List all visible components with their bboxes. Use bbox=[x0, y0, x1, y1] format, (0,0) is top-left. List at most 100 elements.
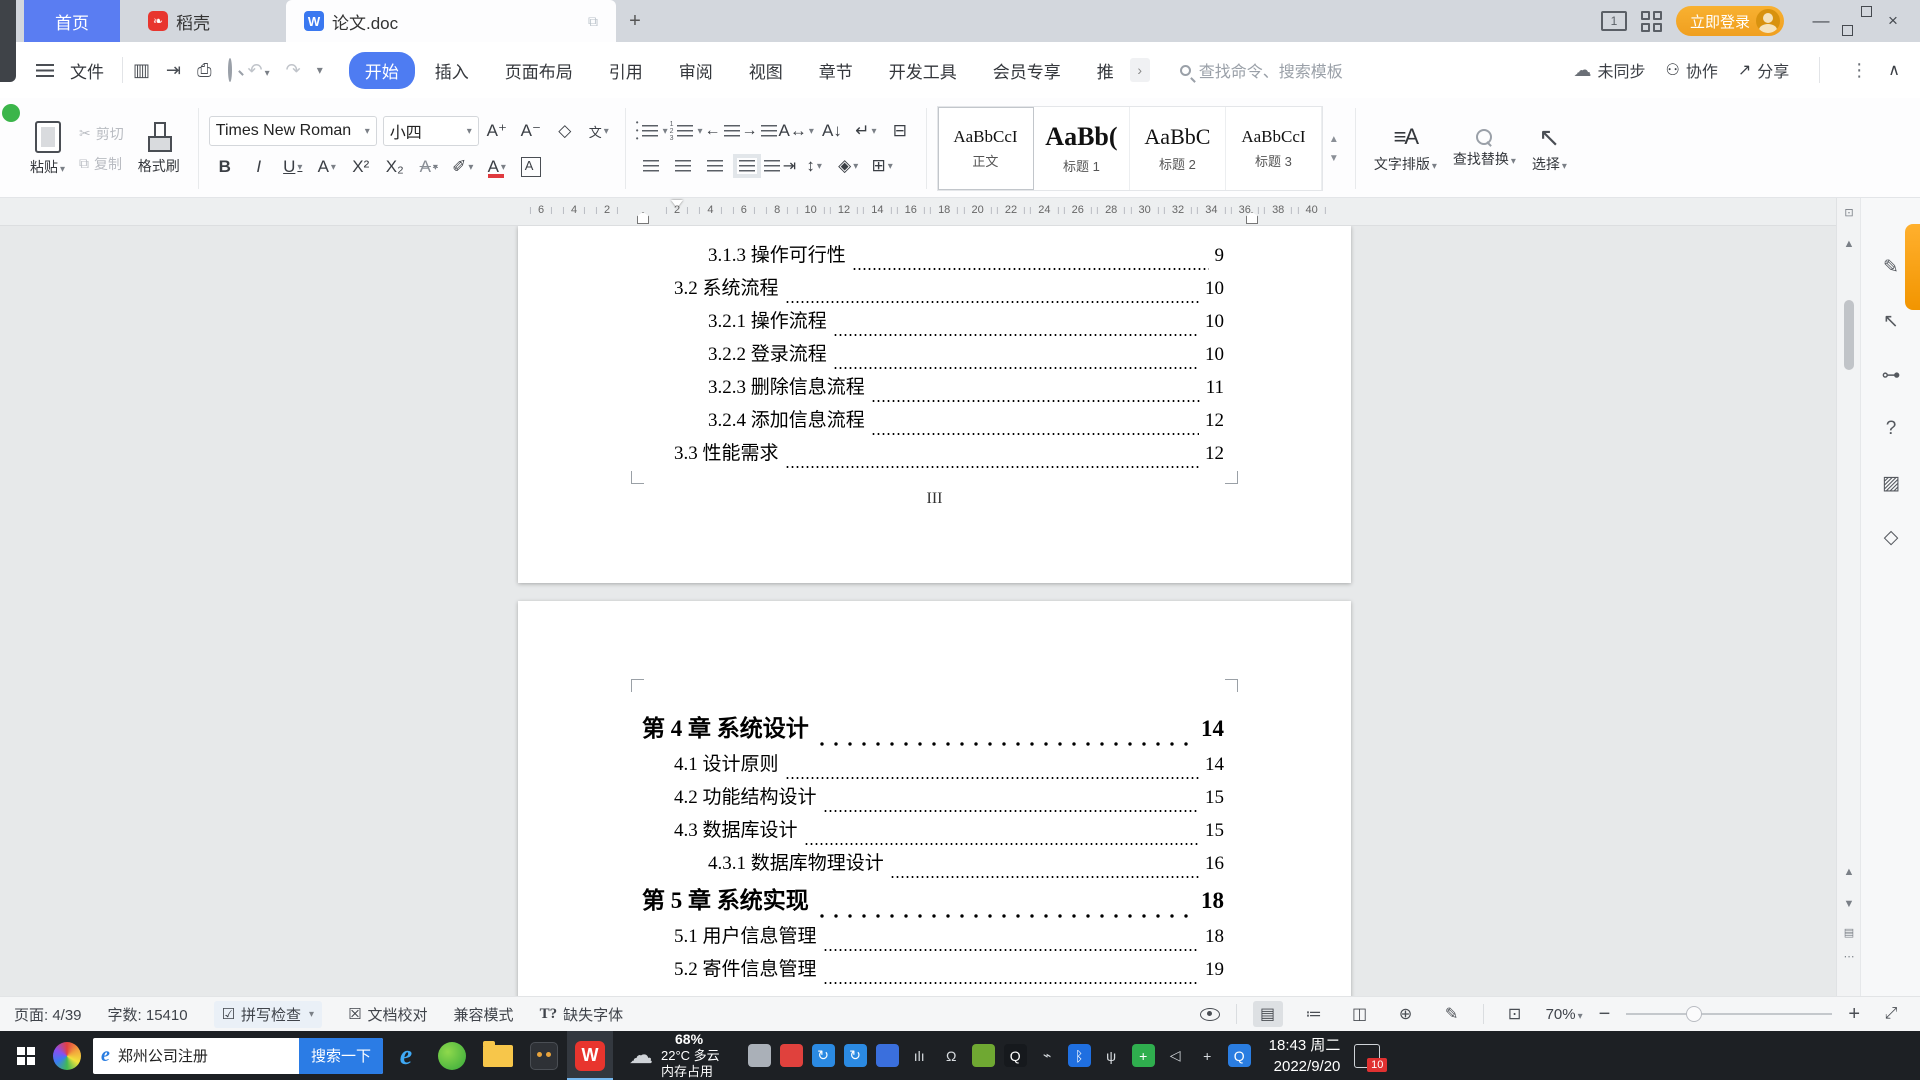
sync-status[interactable]: ☁ 未同步 bbox=[1573, 58, 1645, 82]
read-view-icon[interactable]: ◫ bbox=[1345, 1001, 1375, 1027]
shading-button[interactable]: ◈ ▾ bbox=[832, 152, 864, 180]
command-search[interactable]: 查找命令、搜索模板 bbox=[1179, 58, 1480, 82]
menu-tab-视图[interactable]: 视图 bbox=[733, 52, 799, 89]
document-canvas[interactable]: 3.1.3 操作可行性 9 3.2 系统流程 10 3.2.1 操作流程 10 3.2.2 … bbox=[0, 226, 1836, 996]
taskbar-app-browser[interactable] bbox=[429, 1031, 475, 1080]
network-signal-tray-icon[interactable]: ılı bbox=[908, 1044, 931, 1067]
tab-docer[interactable]: ❧ 稻壳 bbox=[120, 0, 238, 42]
bold-button[interactable]: B bbox=[209, 153, 241, 181]
file-menu[interactable]: 文件 bbox=[62, 58, 112, 83]
copy-button[interactable]: ⧉ 复制 bbox=[79, 154, 124, 174]
fullscreen-icon[interactable]: ⤢ bbox=[1876, 1001, 1906, 1027]
taskbar-search-box[interactable]: e 郑州公司注册 搜索一下 bbox=[93, 1037, 383, 1074]
distribute-button[interactable]: ⇥ bbox=[763, 152, 796, 180]
page-nav-icon[interactable]: ▤ bbox=[1837, 926, 1861, 939]
share-button[interactable]: ↗ 分享 bbox=[1738, 58, 1789, 82]
docer-resource-tab[interactable] bbox=[1905, 224, 1920, 310]
notification-center-icon[interactable]: 10 bbox=[1354, 1043, 1388, 1072]
taskbar-clock[interactable]: 18:43 周二 2022/9/20 bbox=[1269, 1035, 1341, 1077]
toolbar-more-icon[interactable]: ▾ bbox=[317, 63, 323, 77]
launcher-ball-icon[interactable] bbox=[53, 1041, 81, 1070]
paste-button[interactable]: 粘贴 ▾ bbox=[22, 104, 73, 193]
nvidia-tray-icon[interactable] bbox=[971, 1044, 995, 1067]
menu-tab-开始[interactable]: 开始 bbox=[348, 51, 415, 89]
page-view-icon[interactable]: ▤ bbox=[1252, 1001, 1283, 1027]
undo-icon[interactable]: ↶ ▾ bbox=[248, 60, 270, 81]
scroll-more-icon[interactable]: ⋯ bbox=[1837, 950, 1861, 963]
vertical-scrollbar[interactable]: ⊡ ▲ ▲ ▼ ▤ ⋯ bbox=[1836, 198, 1860, 996]
increase-font-icon[interactable]: A⁺ bbox=[481, 117, 513, 145]
menu-tab-引用[interactable]: 引用 bbox=[593, 52, 659, 89]
toc-entry[interactable]: 3.3 性能需求 12 bbox=[642, 438, 1224, 471]
power-tray-icon[interactable]: ⌁ bbox=[1036, 1044, 1059, 1067]
toc-entry[interactable]: 3.2.2 登录流程 10 bbox=[642, 339, 1224, 372]
underline-button[interactable]: U ▾ bbox=[277, 153, 309, 181]
format-painter-button[interactable]: 格式刷 bbox=[130, 104, 188, 193]
menu-tab-审阅[interactable]: 审阅 bbox=[663, 52, 729, 89]
tab-home[interactable]: 首页 bbox=[24, 0, 120, 42]
horizontal-ruler[interactable]: 6 4 2 2 4 6 8 10 12 14 16 18 20 22 24 26 28 30 32 34 36 38 40 bbox=[0, 198, 1836, 226]
shape-tool-icon[interactable]: ◇ bbox=[1861, 526, 1920, 549]
toc-entry[interactable]: 4.2 功能结构设计 15 bbox=[642, 782, 1224, 815]
next-page-icon[interactable]: ▼ bbox=[1837, 898, 1861, 910]
menu-tab-页面布局[interactable]: 页面布局 bbox=[489, 52, 589, 89]
toc-entry[interactable]: 3.2.3 删除信息流程 11 bbox=[642, 372, 1224, 405]
screen-reader-icon[interactable]: ⊡ bbox=[1837, 206, 1861, 219]
superscript-button[interactable]: X² bbox=[345, 153, 377, 181]
spell-check-toggle[interactable]: ☑ 拼写检查 ▾ bbox=[213, 1000, 323, 1028]
bullet-list-button[interactable]: • • • ▾ bbox=[636, 117, 668, 145]
select-button[interactable]: ↖ 选择 ▾ bbox=[1524, 104, 1575, 193]
menu-tab-章节[interactable]: 章节 bbox=[803, 52, 869, 89]
sync-tray-icon-1[interactable]: ↻ bbox=[811, 1044, 835, 1067]
align-left-button[interactable] bbox=[636, 152, 666, 180]
search-go-button[interactable]: 搜索一下 bbox=[298, 1037, 383, 1074]
toc-entry[interactable]: 第 5 章 系统实现 18 bbox=[642, 881, 1224, 921]
toc-entry[interactable]: 4.3 数据库设计 15 bbox=[642, 815, 1224, 848]
align-right-button[interactable] bbox=[700, 152, 730, 180]
toc-entry[interactable]: 3.2.1 操作流程 10 bbox=[642, 306, 1224, 339]
green-assistant-icon[interactable] bbox=[2, 104, 20, 122]
font-size-select[interactable]: 小四 ▾ bbox=[382, 116, 479, 146]
export-icon[interactable]: ⇥ bbox=[166, 60, 181, 81]
collapse-ribbon-icon[interactable]: ∧ bbox=[1888, 60, 1900, 80]
font-effects-button[interactable]: A ▾ bbox=[311, 153, 343, 181]
previous-page-icon[interactable]: ▲ bbox=[1837, 866, 1861, 878]
char-border-button[interactable]: A bbox=[515, 153, 547, 181]
volume-tray-icon[interactable]: ◁ bbox=[1164, 1044, 1187, 1067]
text-direction-button[interactable]: A↓ bbox=[816, 117, 848, 145]
menu-tab-插入[interactable]: 插入 bbox=[419, 52, 485, 89]
char-scale-button[interactable]: A↔ ▾ bbox=[779, 117, 814, 145]
subscript-button[interactable]: X₂ bbox=[379, 153, 411, 181]
toc-entry[interactable]: 5.1 用户信息管理 18 bbox=[642, 921, 1224, 954]
clear-format-icon[interactable]: ◇ bbox=[549, 117, 581, 145]
start-button[interactable] bbox=[17, 1046, 35, 1065]
sync-tray-icon-2[interactable]: ↻ bbox=[843, 1044, 867, 1067]
taskbar-app-dark[interactable] bbox=[521, 1031, 567, 1080]
numbered-list-button[interactable]: 1 2 3 ▾ bbox=[670, 117, 703, 145]
font-name-select[interactable]: Times New Roman ▾ bbox=[208, 116, 377, 146]
font-color-button[interactable]: A ▾ bbox=[481, 153, 513, 181]
decrease-font-icon[interactable]: A⁻ bbox=[515, 117, 547, 145]
find-replace-button[interactable]: 查找替换 ▾ bbox=[1445, 104, 1524, 193]
more-tabs-button[interactable]: › bbox=[1129, 58, 1150, 82]
help-icon[interactable]: ? bbox=[1861, 418, 1920, 440]
measure-line-icon[interactable]: ⊶ bbox=[1861, 364, 1920, 387]
window-manage-icon[interactable]: 1 bbox=[1600, 11, 1627, 31]
shield-tray-icon[interactable] bbox=[875, 1044, 899, 1067]
redo-icon[interactable]: ↷ bbox=[286, 60, 301, 81]
menu-tab-推[interactable]: 推 bbox=[1081, 52, 1130, 89]
italic-button[interactable]: I bbox=[243, 153, 275, 181]
toc-entry[interactable]: 4.1 设计原则 14 bbox=[642, 749, 1224, 782]
zoom-slider-handle[interactable] bbox=[1686, 1006, 1703, 1022]
restore-button[interactable] bbox=[1842, 6, 1872, 36]
style-标题 2[interactable]: AaBbC 标题 2 bbox=[1130, 107, 1226, 190]
ink-view-icon[interactable]: ✎ bbox=[1437, 1001, 1467, 1027]
decrease-indent-icon[interactable]: ← bbox=[705, 117, 740, 145]
page-4[interactable]: 第 4 章 系统设计 14 4.1 设计原则 14 4.2 功能结构设计 15 4.3 数据… bbox=[518, 601, 1351, 996]
line-spacing-button[interactable]: ↕ ▾ bbox=[798, 152, 830, 180]
scroll-up-icon[interactable]: ▲ bbox=[1837, 238, 1861, 250]
toc-entry[interactable]: 3.2 系统流程 10 bbox=[642, 273, 1224, 306]
toc-entry[interactable]: 第 4 章 系统设计 14 bbox=[642, 709, 1224, 749]
toc-entry[interactable]: 3.2.4 添加信息流程 12 bbox=[642, 405, 1224, 438]
select-cursor-icon[interactable]: ↖ bbox=[1861, 310, 1920, 333]
